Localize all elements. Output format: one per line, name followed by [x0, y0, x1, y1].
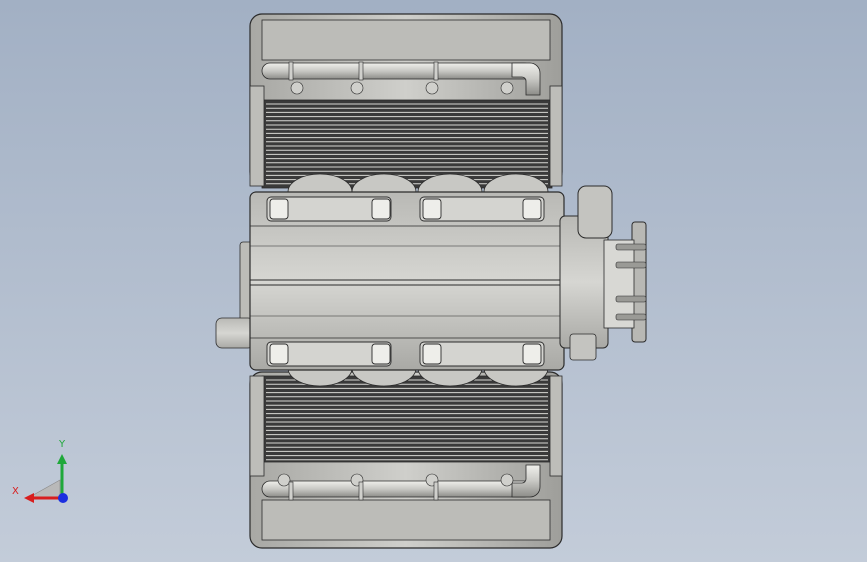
upper-fin-frame-right	[549, 85, 563, 187]
upper-fin-frame-left	[249, 85, 265, 187]
orientation-triad[interactable]: Y X	[12, 440, 74, 508]
lower-head-rim	[261, 499, 551, 541]
y-axis-arrow	[57, 454, 67, 464]
x-axis-arrow	[24, 493, 34, 503]
engine-model[interactable]	[0, 0, 867, 562]
graphics-viewport[interactable]: Y X	[0, 0, 867, 562]
drive-flange-top[interactable]	[577, 185, 613, 239]
left-shaft-stub[interactable]	[215, 317, 255, 349]
y-axis-label: Y	[59, 439, 66, 450]
lower-cylinder-bank[interactable]	[249, 367, 563, 549]
x-axis-label: X	[12, 486, 19, 497]
drive-flange-bottom	[569, 333, 597, 361]
drive-assembly[interactable]	[559, 185, 647, 361]
upper-manifold-pipe[interactable]	[261, 62, 533, 80]
lower-fin-frame-left	[249, 375, 265, 477]
upper-cylinder-bank[interactable]	[249, 13, 563, 193]
lower-manifold-pipe[interactable]	[261, 480, 533, 498]
z-axis-dot	[58, 493, 68, 503]
lower-fin-frame-right	[549, 375, 563, 477]
crankcase[interactable]	[215, 191, 565, 371]
upper-head-rim	[261, 19, 551, 61]
